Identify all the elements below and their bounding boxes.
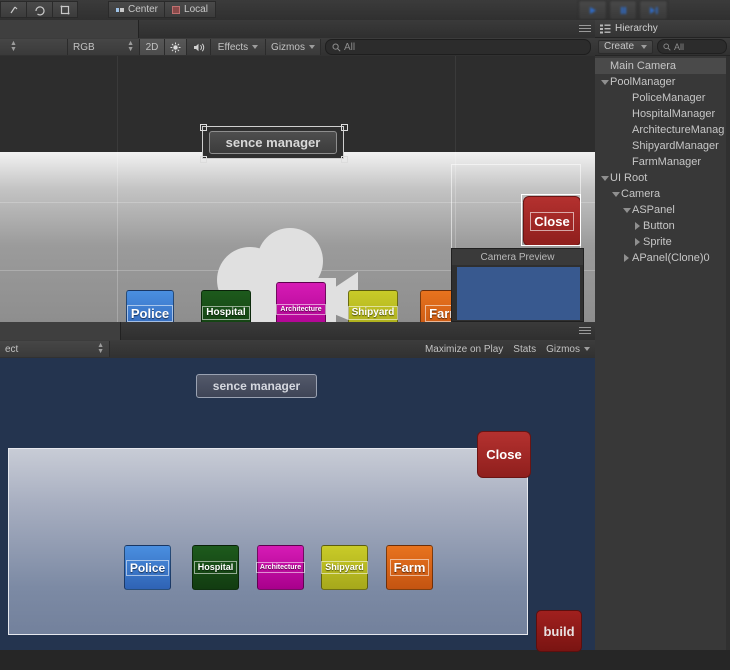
hierarchy-item-hospitalmanager[interactable]: HospitalManager	[595, 106, 730, 122]
hierarchy-item-label: ArchitectureManag	[632, 124, 725, 136]
hierarchy-search-placeholder: All	[674, 41, 685, 52]
game-building-button-farm[interactable]: Farm	[386, 545, 433, 590]
chevron-right-icon	[635, 238, 640, 246]
hierarchy-item-label: Camera	[621, 188, 661, 200]
hierarchy-item-label: PoolManager	[610, 76, 676, 88]
game-building-label: Architecture	[255, 562, 306, 573]
hierarchy-scrollbar[interactable]	[726, 56, 730, 650]
step-button[interactable]	[639, 0, 669, 20]
hierarchy-item-label: FarmManager	[632, 156, 702, 168]
hierarchy-item-ui-root[interactable]: UI Root	[595, 170, 730, 186]
chevron-down-icon	[622, 207, 631, 213]
tab-hierarchy[interactable]: Hierarchy	[595, 20, 730, 38]
hierarchy-item-camera[interactable]: Camera	[595, 186, 730, 202]
hierarchy-item-label: PoliceManager	[632, 92, 706, 104]
hierarchy-panel: Hierarchy Create All Main Camera PoolMana…	[595, 20, 730, 650]
game-building-button-hospital[interactable]: Hospital	[192, 545, 239, 590]
hierarchy-item-sprite[interactable]: Sprite	[595, 234, 730, 250]
hierarchy-item-shipyardmanager[interactable]: ShipyardManager	[595, 138, 730, 154]
hierarchy-item-label: ASPanel	[632, 204, 675, 216]
chevron-right-icon	[635, 222, 640, 230]
game-building-label: Farm	[389, 559, 430, 576]
hierarchy-item-button[interactable]: Button	[595, 218, 730, 234]
hierarchy-item-apanel-clone-0[interactable]: APanel(Clone)0	[595, 250, 730, 266]
hierarchy-tree[interactable]: Main Camera PoolManager PoliceManager Hospi…	[595, 56, 730, 650]
game-building-button-architecture[interactable]: Architecture	[255, 545, 306, 590]
hierarchy-item-label: Sprite	[643, 236, 672, 248]
game-building-label: Shipyard	[321, 561, 368, 574]
unity-editor-window: Center Local ▲ ▼ RGB ▲ ▼ 2D Effects Gizm…	[0, 0, 730, 652]
chevron-down-icon	[611, 191, 620, 197]
hierarchy-toolbar: Create All	[595, 38, 730, 56]
hierarchy-icon	[600, 24, 611, 33]
hierarchy-twisty-expanded[interactable]	[621, 207, 632, 213]
game-building-label: Hospital	[193, 561, 238, 574]
hierarchy-twisty-collapsed[interactable]	[632, 238, 643, 246]
hierarchy-twisty-expanded[interactable]	[599, 175, 610, 181]
hierarchy-create-label: Create	[604, 41, 635, 52]
game-building-buttons: Police Hospital Architecture Shipyard Farm	[0, 0, 595, 650]
hierarchy-item-label: ShipyardManager	[632, 140, 719, 152]
hierarchy-item-label: Main Camera	[610, 60, 677, 72]
hierarchy-twisty-expanded[interactable]	[610, 191, 621, 197]
chevron-right-icon	[624, 254, 629, 262]
hierarchy-create-button[interactable]: Create	[598, 39, 654, 54]
hierarchy-search-input[interactable]: All	[657, 39, 727, 54]
hierarchy-item-poolmanager[interactable]: PoolManager	[595, 74, 730, 90]
hierarchy-twisty-collapsed[interactable]	[632, 222, 643, 230]
hierarchy-item-label: UI Root	[610, 172, 648, 184]
chevron-down-icon	[641, 44, 648, 49]
hierarchy-twisty-collapsed[interactable]	[621, 254, 632, 262]
chevron-down-icon	[600, 79, 609, 85]
hierarchy-item-label: HospitalManager	[632, 108, 716, 120]
game-building-button-shipyard[interactable]: Shipyard	[321, 545, 368, 590]
hierarchy-item-main-camera[interactable]: Main Camera	[595, 58, 730, 74]
hierarchy-item-architecturemanag[interactable]: ArchitectureManag	[595, 122, 730, 138]
search-icon	[663, 42, 671, 51]
hierarchy-tab-label: Hierarchy	[615, 23, 658, 34]
hierarchy-item-policemanager[interactable]: PoliceManager	[595, 90, 730, 106]
game-build-button[interactable]: build	[536, 610, 582, 652]
hierarchy-item-farmmanager[interactable]: FarmManager	[595, 154, 730, 170]
hierarchy-twisty-expanded[interactable]	[599, 79, 610, 85]
hierarchy-item-aspanel[interactable]: ASPanel	[595, 202, 730, 218]
hierarchy-item-label: APanel(Clone)0	[632, 252, 710, 264]
game-building-label: Police	[125, 559, 170, 576]
chevron-down-icon	[600, 175, 609, 181]
pause-button[interactable]	[608, 0, 638, 20]
hierarchy-item-label: Button	[643, 220, 675, 232]
game-building-button-police[interactable]: Police	[124, 545, 171, 590]
